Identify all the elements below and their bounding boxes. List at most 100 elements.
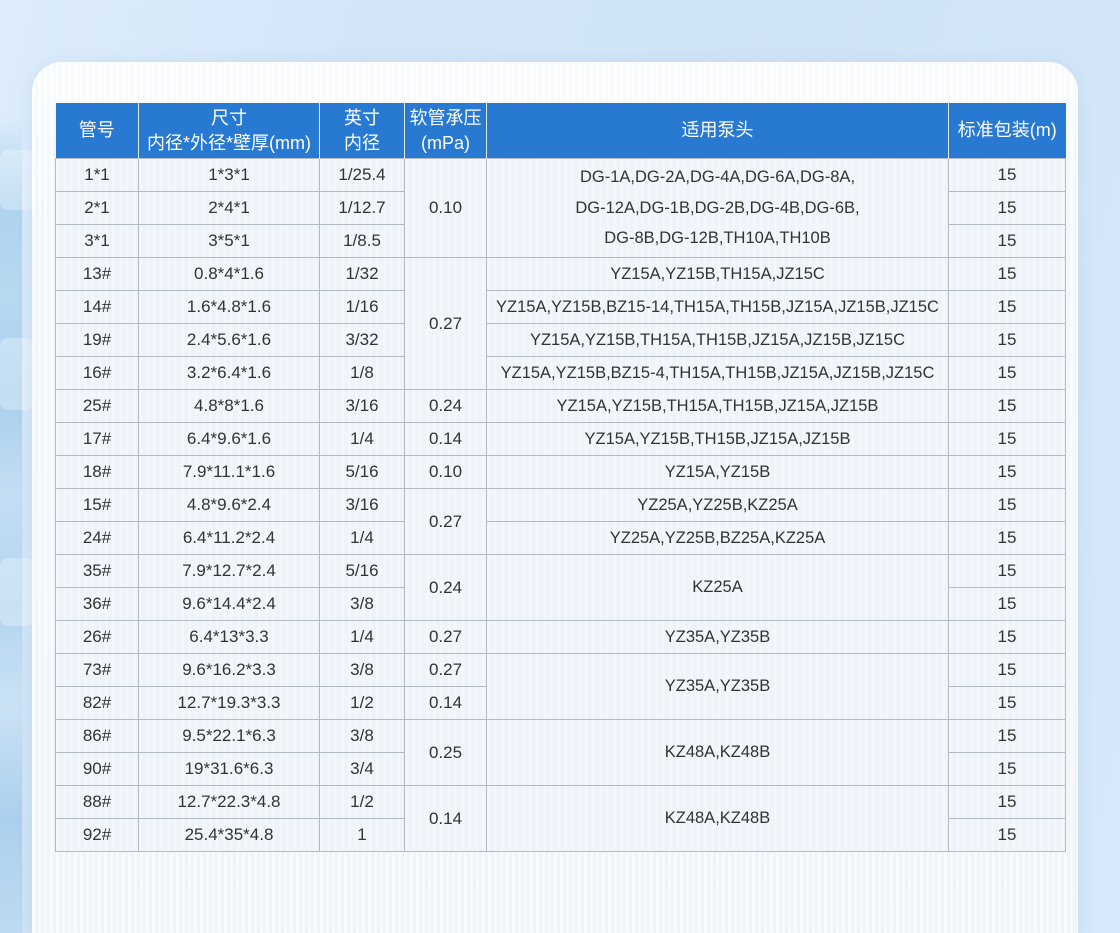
cell-pack: 15: [949, 357, 1066, 390]
col-header-tube-id: 管号: [56, 103, 139, 159]
table-row: 18# 7.9*11.1*1.6 5/16 0.10 YZ15A,YZ15B 1…: [56, 456, 1066, 489]
cell-inch: 1/2: [320, 687, 405, 720]
table-row: 73# 9.6*16.2*3.3 3/8 0.27 YZ35A,YZ35B 15: [56, 654, 1066, 687]
cell-pumps: YZ35A,YZ35B: [487, 621, 949, 654]
cell-inch: 1/12.7: [320, 192, 405, 225]
cell-size: 0.8*4*1.6: [139, 258, 320, 291]
cell-pumps: YZ35A,YZ35B: [487, 654, 949, 720]
cell-tube-id: 25#: [56, 390, 139, 423]
table-row: 16# 3.2*6.4*1.6 1/8 YZ15A,YZ15B,BZ15-4,T…: [56, 357, 1066, 390]
cell-tube-id: 18#: [56, 456, 139, 489]
cell-size: 2*4*1: [139, 192, 320, 225]
cell-pressure: 0.27: [405, 258, 487, 390]
cell-tube-id: 90#: [56, 753, 139, 786]
cell-tube-id: 36#: [56, 588, 139, 621]
table-row: 86# 9.5*22.1*6.3 3/8 0.25 KZ48A,KZ48B 15: [56, 720, 1066, 753]
cell-pack: 15: [949, 522, 1066, 555]
table-row: 14# 1.6*4.8*1.6 1/16 YZ15A,YZ15B,BZ15-14…: [56, 291, 1066, 324]
table-row: 88# 12.7*22.3*4.8 1/2 0.14 KZ48A,KZ48B 1…: [56, 786, 1066, 819]
cell-tube-id: 19#: [56, 324, 139, 357]
cell-pumps: KZ48A,KZ48B: [487, 786, 949, 852]
cell-pumps: YZ25A,YZ25B,KZ25A: [487, 489, 949, 522]
col-header-pressure: 软管承压 (mPa): [405, 103, 487, 159]
cell-tube-id: 13#: [56, 258, 139, 291]
cell-pack: 15: [949, 687, 1066, 720]
left-watermark-shape: [0, 150, 34, 210]
cell-size: 3.2*6.4*1.6: [139, 357, 320, 390]
cell-size: 25.4*35*4.8: [139, 819, 320, 852]
cell-tube-id: 86#: [56, 720, 139, 753]
cell-pack: 15: [949, 291, 1066, 324]
left-watermark-shape: [0, 338, 34, 410]
table-row: 24# 6.4*11.2*2.4 1/4 YZ25A,YZ25B,BZ25A,K…: [56, 522, 1066, 555]
table-row: 19# 2.4*5.6*1.6 3/32 YZ15A,YZ15B,TH15A,T…: [56, 324, 1066, 357]
cell-pumps: YZ15A,YZ15B,TH15A,TH15B,JZ15A,JZ15B: [487, 390, 949, 423]
cell-pressure: 0.24: [405, 555, 487, 621]
cell-size: 1*3*1: [139, 159, 320, 192]
cell-tube-id: 3*1: [56, 225, 139, 258]
cell-inch: 1/25.4: [320, 159, 405, 192]
cell-pack: 15: [949, 753, 1066, 786]
cell-inch: 3/8: [320, 588, 405, 621]
cell-pressure: 0.24: [405, 390, 487, 423]
cell-pack: 15: [949, 720, 1066, 753]
cell-tube-id: 2*1: [56, 192, 139, 225]
cell-pressure: 0.10: [405, 456, 487, 489]
cell-inch: 1/4: [320, 522, 405, 555]
cell-inch: 1/4: [320, 423, 405, 456]
cell-pumps: YZ15A,YZ15B,TH15A,TH15B,JZ15A,JZ15B,JZ15…: [487, 324, 949, 357]
cell-pack: 15: [949, 489, 1066, 522]
cell-inch: 5/16: [320, 456, 405, 489]
cell-size: 7.9*11.1*1.6: [139, 456, 320, 489]
table-body: 1*1 1*3*1 1/25.4 0.10 DG-1A,DG-2A,DG-4A,…: [56, 159, 1066, 852]
cell-inch: 3/4: [320, 753, 405, 786]
cell-tube-id: 35#: [56, 555, 139, 588]
cell-tube-id: 1*1: [56, 159, 139, 192]
cell-inch: 3/16: [320, 390, 405, 423]
table-header: 管号 尺寸 内径*外径*壁厚(mm) 英寸 内径 软管承压 (mPa) 适用泵头…: [56, 103, 1066, 159]
left-watercolor-band: [0, 120, 22, 933]
cell-tube-id: 24#: [56, 522, 139, 555]
cell-inch: 1: [320, 819, 405, 852]
col-header-inch: 英寸 内径: [320, 103, 405, 159]
cell-pumps: YZ15A,YZ15B: [487, 456, 949, 489]
cell-size: 2.4*5.6*1.6: [139, 324, 320, 357]
cell-pumps: YZ15A,YZ15B,TH15B,JZ15A,JZ15B: [487, 423, 949, 456]
cell-tube-id: 92#: [56, 819, 139, 852]
col-header-pack: 标准包装(m): [949, 103, 1066, 159]
cell-inch: 1/2: [320, 786, 405, 819]
cell-pumps: YZ15A,YZ15B,TH15A,JZ15C: [487, 258, 949, 291]
cell-pressure: 0.25: [405, 720, 487, 786]
cell-size: 12.7*22.3*4.8: [139, 786, 320, 819]
cell-inch: 1/32: [320, 258, 405, 291]
cell-pressure: 0.27: [405, 489, 487, 555]
cell-pumps: YZ25A,YZ25B,BZ25A,KZ25A: [487, 522, 949, 555]
cell-tube-id: 16#: [56, 357, 139, 390]
cell-pack: 15: [949, 786, 1066, 819]
cell-pack: 15: [949, 192, 1066, 225]
cell-tube-id: 73#: [56, 654, 139, 687]
cell-inch: 1/4: [320, 621, 405, 654]
col-header-pressure-line1: 软管承压: [407, 106, 484, 130]
table-row: 17# 6.4*9.6*1.6 1/4 0.14 YZ15A,YZ15B,TH1…: [56, 423, 1066, 456]
cell-pack: 15: [949, 225, 1066, 258]
cell-pack: 15: [949, 456, 1066, 489]
cell-tube-id: 15#: [56, 489, 139, 522]
cell-pumps: YZ15A,YZ15B,BZ15-4,TH15A,TH15B,JZ15A,JZ1…: [487, 357, 949, 390]
cell-pack: 15: [949, 159, 1066, 192]
tubing-spec-table: 管号 尺寸 内径*外径*壁厚(mm) 英寸 内径 软管承压 (mPa) 适用泵头…: [55, 103, 1066, 852]
cell-inch: 1/8.5: [320, 225, 405, 258]
cell-tube-id: 14#: [56, 291, 139, 324]
cell-size: 1.6*4.8*1.6: [139, 291, 320, 324]
cell-pumps: YZ15A,YZ15B,BZ15-14,TH15A,TH15B,JZ15A,JZ…: [487, 291, 949, 324]
cell-pumps: KZ25A: [487, 555, 949, 621]
cell-pressure: 0.10: [405, 159, 487, 258]
cell-size: 6.4*9.6*1.6: [139, 423, 320, 456]
cell-size: 9.6*14.4*2.4: [139, 588, 320, 621]
cell-pack: 15: [949, 588, 1066, 621]
cell-size: 4.8*8*1.6: [139, 390, 320, 423]
cell-pack: 15: [949, 654, 1066, 687]
col-header-inch-line1: 英寸: [322, 106, 402, 130]
table-row: 1*1 1*3*1 1/25.4 0.10 DG-1A,DG-2A,DG-4A,…: [56, 159, 1066, 192]
left-watermark-shape: [0, 558, 34, 626]
